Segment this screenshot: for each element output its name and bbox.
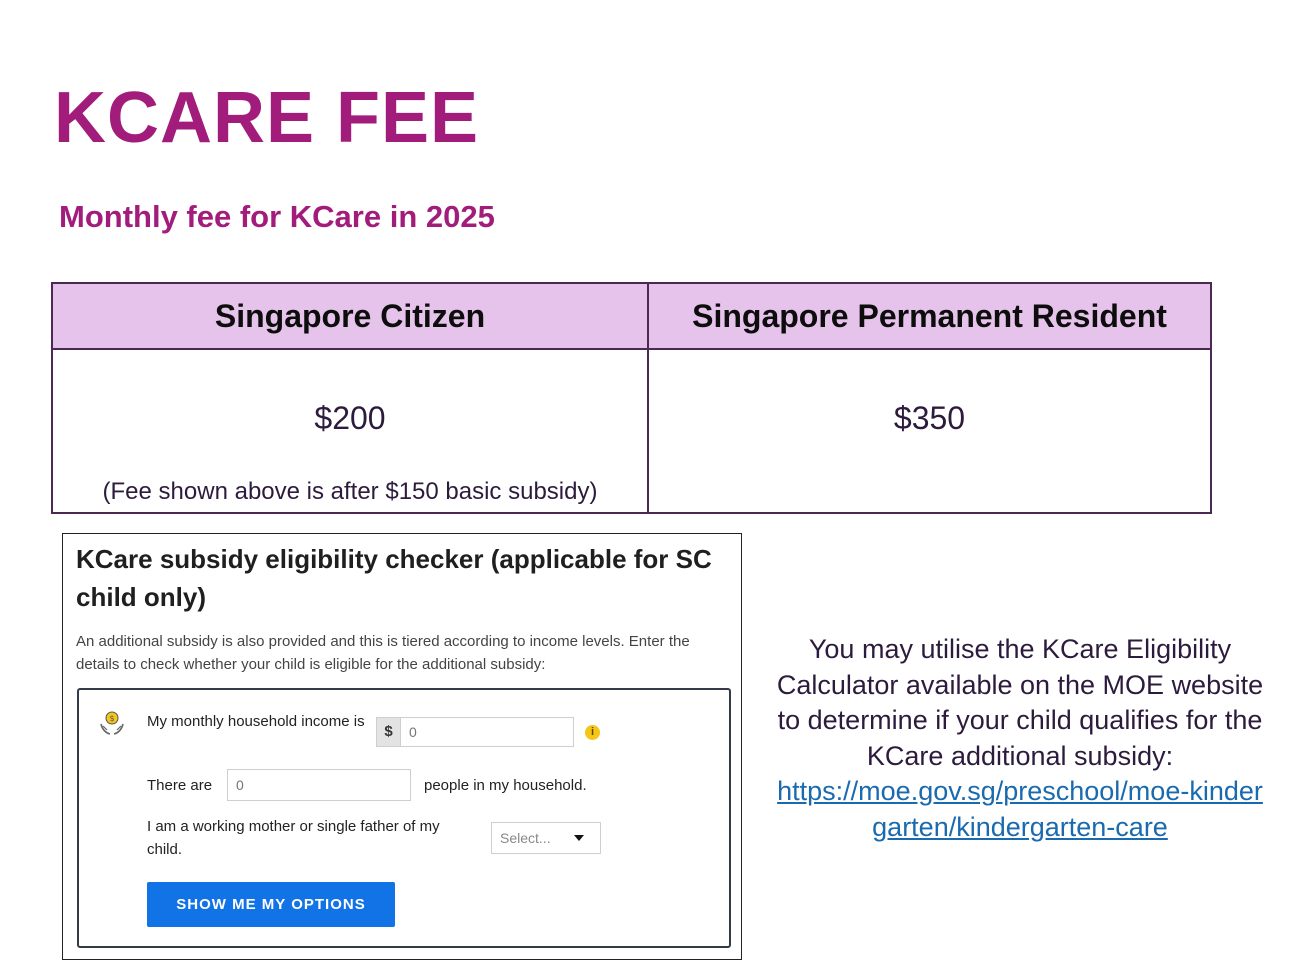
fee-table-row: $200 (Fee shown above is after $150 basi… xyxy=(51,348,1212,514)
info-icon[interactable]: i xyxy=(585,725,600,740)
show-options-button[interactable]: SHOW ME MY OPTIONS xyxy=(147,882,395,927)
money-hands-icon: $ xyxy=(100,711,124,735)
checker-form: $ My monthly household income is $ i The… xyxy=(77,688,731,948)
eligibility-checker-panel: KCare subsidy eligibility checker (appli… xyxy=(62,533,742,960)
currency-prefix: $ xyxy=(376,717,400,747)
citizen-fee-cell: $200 (Fee shown above is after $150 basi… xyxy=(51,348,649,514)
header-singapore-pr: Singapore Permanent Resident xyxy=(647,282,1212,350)
people-label: people in my household. xyxy=(424,777,587,794)
header-singapore-citizen: Singapore Citizen xyxy=(51,282,649,350)
select-value: Select... xyxy=(500,830,551,846)
checker-description: An additional subsidy is also provided a… xyxy=(76,633,690,673)
fee-table: Singapore Citizen Singapore Permanent Re… xyxy=(51,282,1212,514)
household-size-input[interactable] xyxy=(227,769,411,801)
svg-text:$: $ xyxy=(109,714,114,723)
fee-table-header-row: Singapore Citizen Singapore Permanent Re… xyxy=(51,282,1212,350)
chevron-down-icon xyxy=(574,835,584,841)
income-input[interactable] xyxy=(400,717,574,747)
income-label: My monthly household income is xyxy=(147,713,365,730)
page-title: KCARE FEE xyxy=(54,78,480,158)
citizen-fee-amount: $200 xyxy=(314,400,386,436)
there-are-label: There are xyxy=(147,777,213,794)
calculator-note: You may utilise the KCare Eligibility Ca… xyxy=(772,632,1268,845)
calculator-note-text: You may utilise the KCare Eligibility Ca… xyxy=(776,634,1264,771)
moe-kcare-link[interactable]: https://moe.gov.sg/preschool/moe-kinderg… xyxy=(777,776,1263,842)
pr-fee-amount: $350 xyxy=(893,400,966,436)
page-subtitle: Monthly fee for KCare in 2025 xyxy=(59,199,495,234)
working-mother-label: I am a working mother or single father o… xyxy=(147,818,440,858)
checker-title: KCare subsidy eligibility checker (appli… xyxy=(76,544,712,612)
pr-fee-cell: $350 xyxy=(647,348,1212,514)
citizen-fee-note: (Fee shown above is after $150 basic sub… xyxy=(102,478,598,505)
working-mother-select[interactable]: Select... xyxy=(491,822,601,854)
